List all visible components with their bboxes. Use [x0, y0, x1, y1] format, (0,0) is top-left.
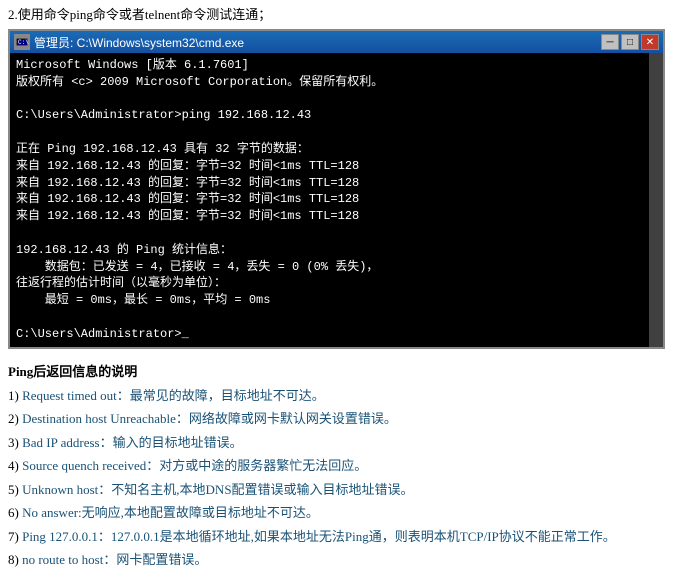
- cmd-line-3: C:\Users\Administrator>ping 192.168.12.4…: [16, 107, 657, 124]
- cmd-body: Microsoft Windows [版本 6.1.7601] 版权所有 <c>…: [10, 53, 663, 347]
- cmd-line-2: 版权所有 <c> 2009 Microsoft Corporation。保留所有…: [16, 74, 657, 91]
- top-instruction: 2.使用命令ping命令或者telnent命令测试连通；: [0, 0, 673, 29]
- list-item: 4) Source quench received：对方或中途的服务器繁忙无法回…: [8, 456, 665, 476]
- list-item: 6) No answer:无响应,本地配置故障或目标地址不可达。: [8, 503, 665, 523]
- cmd-line-blank-1: [16, 91, 657, 108]
- cmd-icon: C:\: [14, 34, 30, 50]
- list-item: 2) Destination host Unreachable：网络故障或网卡默…: [8, 409, 665, 429]
- cmd-line-5: 来自 192.168.12.43 的回复：字节=32 时间<1ms TTL=12…: [16, 158, 657, 175]
- cmd-line-4: 正在 Ping 192.168.12.43 具有 32 字节的数据：: [16, 141, 657, 158]
- list-item: 5) Unknown host：不知名主机,本地DNS配置错误或输入目标地址错误…: [8, 480, 665, 500]
- cmd-controls: ─ □ ✕: [601, 34, 659, 50]
- cmd-window: C:\ 管理员: C:\Windows\system32\cmd.exe ─ □…: [8, 29, 665, 349]
- list-item: 8) no route to host：网卡配置错误。: [8, 550, 665, 570]
- cmd-line-10: 数据包：已发送 = 4，已接收 = 4，丢失 = 0 (0% 丢失)，: [16, 259, 657, 276]
- cmd-line-blank-2: [16, 124, 657, 141]
- minimize-button[interactable]: ─: [601, 34, 619, 50]
- svg-text:C:\: C:\: [18, 39, 29, 46]
- cmd-titlebar: C:\ 管理员: C:\Windows\system32\cmd.exe ─ □…: [10, 31, 663, 53]
- cmd-line-blank-4: [16, 309, 657, 326]
- cmd-line-9: 192.168.12.43 的 Ping 统计信息：: [16, 242, 657, 259]
- cmd-line-13: C:\Users\Administrator>_: [16, 326, 657, 343]
- list-item: 3) Bad IP address：输入的目标地址错误。: [8, 433, 665, 453]
- maximize-button[interactable]: □: [621, 34, 639, 50]
- section-title: Ping后返回信息的说明: [8, 361, 665, 380]
- cmd-scrollbar[interactable]: [649, 53, 663, 347]
- main-content: Ping后返回信息的说明 1) Request timed out：最常见的故障…: [0, 357, 673, 582]
- list-item: 1) Request timed out：最常见的故障，目标地址不可达。: [8, 386, 665, 406]
- cmd-line-11: 往返行程的估计时间（以毫秒为单位）：: [16, 275, 657, 292]
- cmd-title: 管理员: C:\Windows\system32\cmd.exe: [34, 34, 244, 51]
- cmd-line-8: 来自 192.168.12.43 的回复：字节=32 时间<1ms TTL=12…: [16, 208, 657, 225]
- list-item: 7) Ping 127.0.0.1：127.0.0.1是本地循环地址,如果本地址…: [8, 527, 665, 547]
- cmd-line-blank-3: [16, 225, 657, 242]
- cmd-line-12: 最短 = 0ms，最长 = 0ms，平均 = 0ms: [16, 292, 657, 309]
- cmd-line-1: Microsoft Windows [版本 6.1.7601]: [16, 57, 657, 74]
- cmd-line-7: 来自 192.168.12.43 的回复：字节=32 时间<1ms TTL=12…: [16, 191, 657, 208]
- cmd-title-left: C:\ 管理员: C:\Windows\system32\cmd.exe: [14, 34, 244, 51]
- cmd-line-6: 来自 192.168.12.43 的回复：字节=32 时间<1ms TTL=12…: [16, 175, 657, 192]
- close-button[interactable]: ✕: [641, 34, 659, 50]
